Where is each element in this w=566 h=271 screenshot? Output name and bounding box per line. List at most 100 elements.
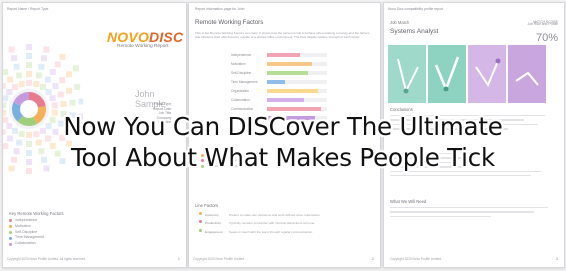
radial-tile xyxy=(44,135,51,142)
factor-bar-label: Self-Discipline xyxy=(231,71,252,75)
radial-tile xyxy=(3,143,9,150)
radial-tile xyxy=(18,130,25,137)
radial-tile xyxy=(38,63,45,70)
radial-tile xyxy=(3,128,6,135)
summary-list: Strengths Works well alone Challenges May … xyxy=(201,153,257,169)
radial-tile xyxy=(11,156,18,163)
radial-tile xyxy=(33,81,40,88)
radial-tile xyxy=(78,113,83,120)
factor-bar-fill xyxy=(267,107,321,111)
radial-tile xyxy=(59,77,66,84)
radial-tile xyxy=(52,83,59,90)
bullet-dot-icon xyxy=(201,154,204,157)
factor-bar-row: Organisation xyxy=(195,87,373,96)
radial-tile xyxy=(7,135,14,142)
radial-tile xyxy=(45,88,52,95)
radial-tile xyxy=(40,127,47,134)
person-meta: Profile Type Report Date Job Title Compa… xyxy=(153,102,171,125)
radial-tile xyxy=(35,139,42,146)
radial-tile xyxy=(66,71,73,78)
radial-tile xyxy=(49,68,56,75)
radial-tile xyxy=(11,127,18,134)
radial-tile xyxy=(69,112,76,119)
factor-bar-fill xyxy=(267,80,285,84)
radial-tile xyxy=(3,109,7,116)
radial-tile xyxy=(57,91,64,98)
radial-tile xyxy=(40,84,47,91)
radial-tile xyxy=(51,109,58,116)
radial-tile xyxy=(40,156,47,163)
radial-tile xyxy=(26,80,32,86)
factor-bar-row: Self-Discipline xyxy=(195,69,373,78)
factor-bar-chart: Independence Motivation Self-Discipline Tim… xyxy=(195,51,373,123)
radial-tile xyxy=(26,168,32,174)
factor-bar-track xyxy=(267,116,327,120)
radial-tile xyxy=(59,134,66,141)
legend-item: Collaboration xyxy=(9,241,44,247)
radial-tile xyxy=(8,46,15,53)
radial-tile xyxy=(78,98,83,105)
radial-tile xyxy=(26,159,32,165)
factor-bar-label: Communication xyxy=(231,107,254,111)
radial-tile xyxy=(66,87,73,94)
factor-bar-track xyxy=(267,62,327,66)
conclusions-heading: Conclusions xyxy=(390,107,413,112)
radial-tile xyxy=(26,132,32,138)
job-role-title: Systems Analyst xyxy=(390,28,439,35)
summary-item: Support Regular check-ins xyxy=(201,164,257,169)
radial-tile xyxy=(13,63,20,70)
next-steps-text xyxy=(390,207,558,220)
page-header-note: Report Name / Report Type xyxy=(7,7,49,11)
radial-tile xyxy=(3,68,9,75)
radial-tile xyxy=(66,140,73,147)
radial-tile xyxy=(3,102,7,109)
page-number: 3 xyxy=(555,256,558,261)
radial-tile xyxy=(38,148,45,155)
factor-bar-row: Communication xyxy=(195,105,373,114)
bullet-dot-icon xyxy=(199,228,202,232)
radial-tile xyxy=(49,95,56,102)
report-subtitle: Remote Working Report xyxy=(117,44,169,49)
radial-tile xyxy=(26,71,32,77)
radial-tile xyxy=(3,116,9,123)
radial-tile xyxy=(13,148,20,155)
radial-tile xyxy=(43,46,50,53)
page-header-note: Novo Disc compatibility profile report xyxy=(388,7,444,11)
factor-bar-fill xyxy=(267,53,300,57)
line-factors-list: Autonomy Prefers to make own decisions an… xyxy=(199,211,375,236)
factor-bar-label: Time Management xyxy=(231,80,258,84)
radial-tile xyxy=(6,88,13,95)
radial-tile xyxy=(33,130,40,137)
factor-bar-row: Collaboration xyxy=(195,96,373,105)
bullet-dot-icon xyxy=(199,212,202,215)
intro-paragraph: This is the Remote Working Factors summa… xyxy=(195,31,370,40)
line-factor-row: Productivity Typically remains productive… xyxy=(199,219,375,227)
radial-tile xyxy=(43,165,50,172)
radial-tile xyxy=(49,143,56,150)
factor-bar-fill xyxy=(267,62,312,66)
page-footer: Copyright 2020 Novo Profile Limited. All… xyxy=(7,257,87,261)
page-footer: Copyright 2020 Novo Profile Limited. xyxy=(390,257,442,261)
bullet-dot-icon xyxy=(201,164,204,168)
factor-bar-track xyxy=(267,80,327,84)
next-steps-heading: What We Will Need xyxy=(390,199,427,204)
factor-bar-fill xyxy=(267,116,315,120)
radial-tile xyxy=(16,72,23,79)
radial-tile xyxy=(26,53,32,59)
page-footer: Copyright 2020 Novo Profile Limited. xyxy=(193,257,245,261)
legend-dot-icon xyxy=(9,242,12,246)
factors-legend: Independence Motivation Self-Discipline … xyxy=(9,218,44,247)
radial-tile xyxy=(45,123,52,130)
radial-tile xyxy=(59,53,66,60)
line-factor-row: Engagement Keeps in touch with the team t… xyxy=(199,228,375,236)
radial-tile xyxy=(54,150,61,157)
radial-tile xyxy=(60,110,67,117)
radial-tile xyxy=(6,123,13,130)
radial-tile xyxy=(69,99,76,106)
radial-tile xyxy=(7,76,14,83)
report-page-factors: Report information page for John Remote … xyxy=(188,2,381,268)
line-factor-row: Autonomy Prefers to make own decisions an… xyxy=(199,211,375,219)
radial-tile xyxy=(26,141,32,147)
radial-tile xyxy=(26,150,32,156)
legend-dot-icon xyxy=(9,230,12,234)
